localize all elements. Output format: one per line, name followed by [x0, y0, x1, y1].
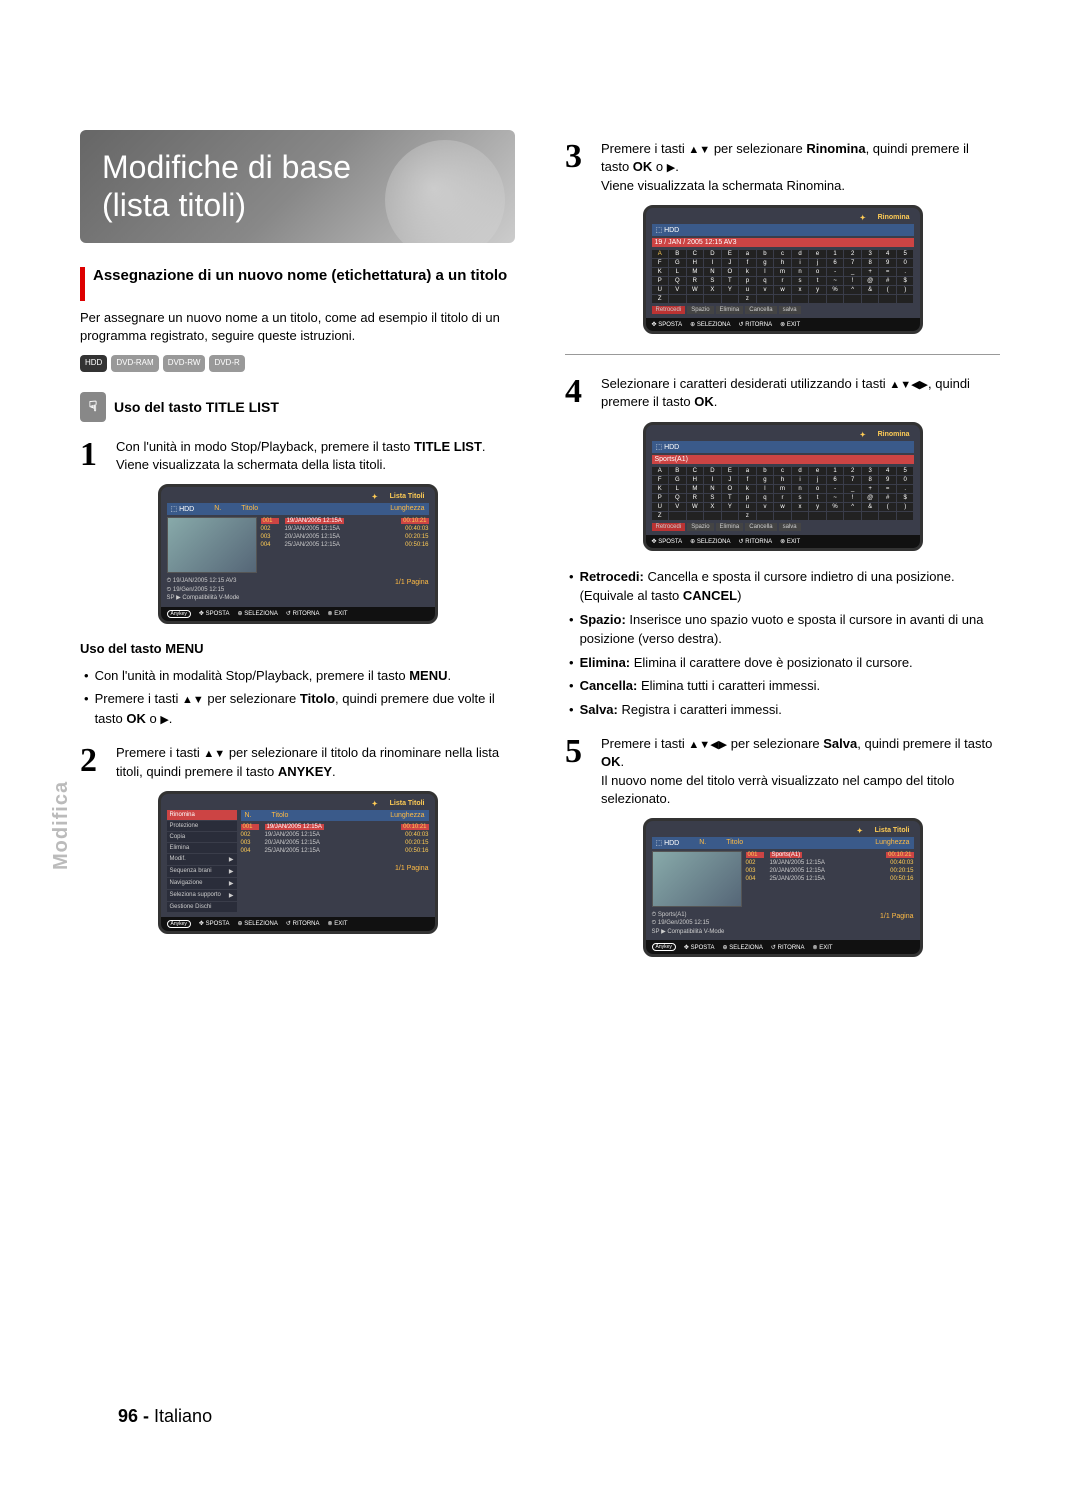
screenshot-rename-typed: ✦Rinomina ⬚ HDD Sports(A1) ABCDEabcde123… — [643, 422, 923, 551]
step-4: 4 Selezionare i caratteri desiderati uti… — [565, 375, 1000, 412]
screenshot-title-list: ✦Lista Titoli ⬚ HDDN.TitoloLunghezza ⏱ 1… — [158, 484, 438, 623]
media-badges: HDD DVD-RAM DVD-RW DVD-R — [80, 355, 515, 372]
section-heading: Assegnazione di un nuovo nome (etichetta… — [80, 267, 515, 301]
screenshot-anykey-menu: ✦Lista Titoli Rinomina Protezione Copia … — [158, 791, 438, 934]
screenshot-rename-keyboard: ✦Rinomina ⬚ HDD 19 / JAN / 2005 12:15 AV… — [643, 205, 923, 334]
badge-dvdr: DVD-R — [209, 355, 244, 372]
step-3: 3 Premere i tasti ▲▼ per selezionare Rin… — [565, 140, 1000, 195]
step-number: 1 — [80, 438, 108, 472]
step-number: 3 — [565, 140, 593, 174]
step-number: 4 — [565, 375, 593, 409]
menu-heading: Uso del tasto MENU — [80, 641, 204, 656]
screenshot-final-list: ✦Lista Titoli ⬚ HDDN.TitoloLunghezza ⏱ S… — [643, 818, 923, 957]
page-footer: 96 - Italiano — [118, 1406, 212, 1427]
subsection-heading: ☟ Uso del tasto TITLE LIST — [80, 392, 515, 422]
key-definitions: Retrocedi: Cancella e sposta il cursore … — [569, 567, 1000, 720]
step-number: 2 — [80, 744, 108, 778]
step-5: 5 Premere i tasti ▲▼◀▶ per selezionare S… — [565, 735, 1000, 808]
page-title: Modifiche di base (lista titoli) — [80, 130, 515, 243]
badge-dvdram: DVD-RAM — [111, 355, 158, 372]
badge-dvdrw: DVD-RW — [163, 355, 206, 372]
hand-icon: ☟ — [80, 392, 106, 422]
section-intro: Per assegnare un nuovo nome a un titolo,… — [80, 309, 515, 345]
step-2: 2 Premere i tasti ▲▼ per selezionare il … — [80, 744, 515, 781]
menu-bullets: Con l'unità in modalità Stop/Playback, p… — [84, 666, 515, 729]
step-number: 5 — [565, 735, 593, 769]
step-1: 1 Con l'unità in modo Stop/Playback, pre… — [80, 438, 515, 474]
badge-hdd: HDD — [80, 355, 107, 372]
side-tab-label: Modifica — [50, 781, 73, 870]
